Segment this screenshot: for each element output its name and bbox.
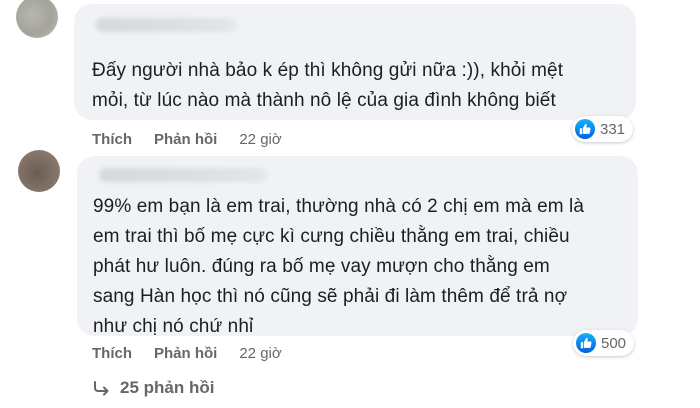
comment-actions: Thích Phản hồi 22 giờ: [92, 131, 282, 148]
avatar[interactable]: [18, 150, 60, 192]
reaction-count: 500: [601, 334, 627, 352]
comment-text: Đấy người nhà bảo k ép thì không gửi nữa…: [92, 60, 564, 111]
reaction-summary[interactable]: 331: [572, 116, 634, 142]
like-button[interactable]: Thích: [92, 131, 132, 148]
view-replies-link[interactable]: 25 phản hồi: [92, 378, 214, 398]
comment-bubble: Đấy người nhà bảo k ép thì không gửi nữa…: [74, 4, 636, 120]
comment-thread: Đấy người nhà bảo k ép thì không gửi nữa…: [0, 0, 700, 408]
like-icon: [576, 333, 596, 353]
reaction-count: 331: [600, 120, 626, 138]
reply-button[interactable]: Phản hồi: [154, 131, 217, 148]
avatar[interactable]: [16, 0, 58, 38]
author-name-blurred[interactable]: [99, 168, 267, 182]
like-icon: [575, 119, 595, 139]
like-button[interactable]: Thích: [92, 345, 132, 362]
comment-actions: Thích Phản hồi 22 giờ: [92, 345, 282, 362]
replies-count-label: 25 phản hồi: [120, 378, 215, 397]
reaction-summary[interactable]: 500: [573, 330, 635, 356]
author-name-blurred[interactable]: [96, 18, 236, 32]
reply-arrow-icon: [94, 381, 109, 396]
comment-bubble: 99% em bạn là em trai, thường nhà có 2 c…: [77, 156, 638, 337]
comment-text: 99% em bạn là em trai, thường nhà có 2 c…: [93, 196, 585, 337]
comment-timestamp[interactable]: 22 giờ: [239, 131, 281, 148]
comment-timestamp[interactable]: 22 giờ: [239, 345, 281, 362]
reply-button[interactable]: Phản hồi: [154, 345, 217, 362]
